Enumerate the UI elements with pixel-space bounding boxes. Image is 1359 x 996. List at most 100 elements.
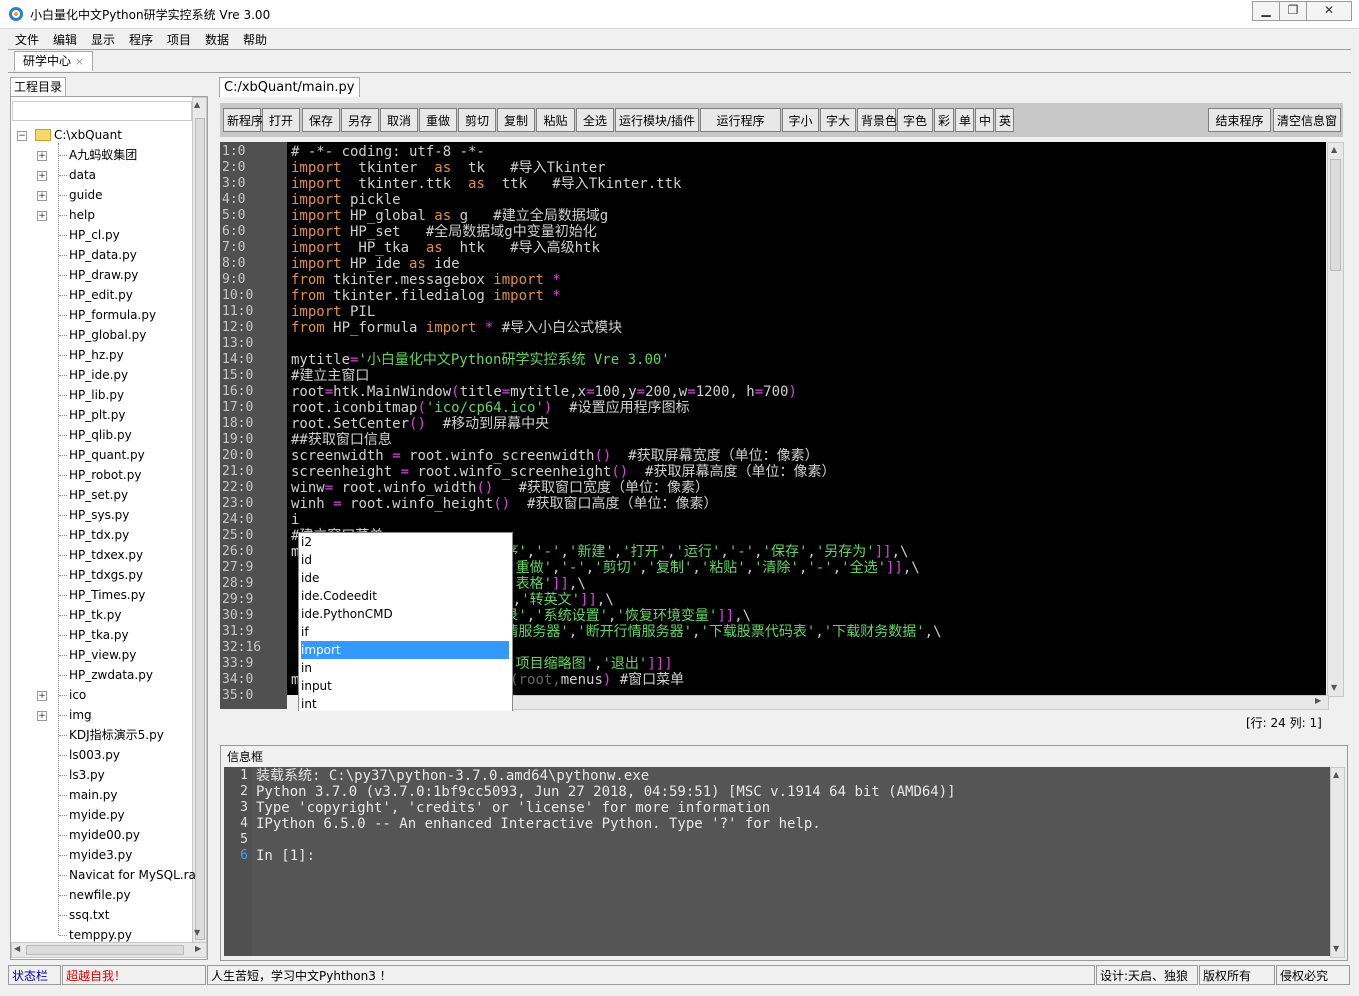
autocomplete-item-selected[interactable]: import — [301, 641, 509, 659]
tree-file[interactable]: ls3.py — [11, 765, 191, 785]
tree-file[interactable]: newfile.py — [11, 885, 191, 905]
editor-vscrollbar[interactable]: ▲ ▼ — [1327, 142, 1344, 697]
toolbar-button-2[interactable]: 保存 — [302, 108, 340, 132]
scroll-down-icon[interactable]: ▼ — [194, 928, 200, 937]
tree-file[interactable]: KDJ指标演示5.py — [11, 725, 191, 745]
collapse-icon[interactable]: − — [17, 131, 27, 141]
tree-file[interactable]: HP_robot.py — [11, 465, 191, 485]
tree-file[interactable]: HP_set.py — [11, 485, 191, 505]
tree-file[interactable]: HP_zwdata.py — [11, 665, 191, 685]
tree-file[interactable]: HP_tdx.py — [11, 525, 191, 545]
menu-project[interactable]: 项目 — [167, 31, 191, 48]
toolbar-button-14[interactable]: 背景色 — [857, 108, 897, 132]
toolbar-button-3[interactable]: 另存 — [341, 108, 379, 132]
expand-icon[interactable]: + — [37, 691, 47, 701]
tree-file[interactable]: temppy.py — [11, 925, 191, 945]
tab-main-py[interactable]: C:/xbQuant/main.py — [219, 77, 360, 97]
toolbar-button-0[interactable]: 新程序 — [223, 108, 263, 132]
tab-close-icon[interactable]: × — [75, 55, 84, 68]
menu-view[interactable]: 显示 — [91, 31, 115, 48]
tree-file[interactable]: HP_edit.py — [11, 285, 191, 305]
tree-file[interactable]: HP_qlib.py — [11, 425, 191, 445]
tree-vscrollbar[interactable]: ▲ ▼ — [192, 97, 207, 943]
scroll-right-icon[interactable]: ▶ — [195, 944, 201, 953]
toolbar-button-7[interactable]: 复制 — [497, 108, 535, 132]
toolbar-button-8[interactable]: 粘贴 — [536, 108, 575, 132]
tree-folder[interactable]: + A九蚂蚁集团 — [11, 145, 191, 165]
menu-data[interactable]: 数据 — [205, 31, 229, 48]
tree-file[interactable]: HP_cl.py — [11, 225, 191, 245]
expand-icon[interactable]: + — [37, 711, 47, 721]
tree-folder[interactable]: + ico — [11, 685, 191, 705]
editor-scroll-thumb[interactable] — [1330, 159, 1341, 271]
tree-file[interactable]: HP_draw.py — [11, 265, 191, 285]
tree-file[interactable]: myide00.py — [11, 825, 191, 845]
tree-file[interactable]: HP_plt.py — [11, 405, 191, 425]
toolbar-button-11[interactable]: 运行程序 — [700, 108, 781, 132]
tab-research-center[interactable]: 研学中心 × — [14, 51, 94, 71]
tree-file[interactable]: HP_data.py — [11, 245, 191, 265]
project-tree[interactable]: ▲ ▼ ◀ ▶ − C:\xbQuant + A九蚂蚁集团 + data + guide + he… — [10, 96, 208, 960]
menu-file[interactable]: 文件 — [15, 31, 39, 48]
expand-icon[interactable]: + — [37, 171, 47, 181]
tree-file[interactable]: HP_tka.py — [11, 625, 191, 645]
maximize-button[interactable]: ❐ — [1279, 1, 1307, 21]
editor-hscrollbar[interactable]: ▶ — [512, 695, 1329, 710]
scroll-down-icon[interactable]: ▼ — [1333, 944, 1339, 953]
tree-file[interactable]: HP_tdxgs.py — [11, 565, 191, 585]
tree-file[interactable]: ssq.txt — [11, 905, 191, 925]
autocomplete-item[interactable]: id — [301, 551, 509, 569]
expand-icon[interactable]: + — [37, 151, 47, 161]
autocomplete-item[interactable]: input — [301, 677, 509, 695]
expand-icon[interactable]: + — [37, 191, 47, 201]
tree-file[interactable]: HP_formula.py — [11, 305, 191, 325]
tree-file[interactable]: HP_lib.py — [11, 385, 191, 405]
tree-file[interactable]: Navicat for MySQL.ra — [11, 865, 196, 885]
autocomplete-item[interactable]: i2 — [301, 533, 509, 551]
close-button[interactable]: ✕ — [1306, 1, 1352, 21]
tab-project[interactable]: 工程目录 — [10, 77, 67, 98]
tree-file[interactable]: HP_view.py — [11, 645, 191, 665]
clear-info-button[interactable]: 清空信息窗 — [1273, 108, 1341, 132]
tree-file[interactable]: HP_Times.py — [11, 585, 191, 605]
autocomplete-item[interactable]: if — [301, 623, 509, 641]
toolbar-button-13[interactable]: 字大 — [820, 108, 856, 132]
stop-program-button[interactable]: 结束程序 — [1208, 108, 1271, 132]
info-vscrollbar[interactable]: ▲ ▼ — [1330, 767, 1345, 958]
tree-file[interactable]: myide.py — [11, 805, 191, 825]
toolbar-button-4[interactable]: 取消 — [380, 108, 418, 132]
toolbar-button-6[interactable]: 剪切 — [458, 108, 496, 132]
toolbar-button-18[interactable]: 中 — [975, 108, 994, 132]
autocomplete-item[interactable]: in — [301, 659, 509, 677]
tree-file[interactable]: HP_global.py — [11, 325, 191, 345]
tree-file[interactable]: HP_hz.py — [11, 345, 191, 365]
scroll-up-icon[interactable]: ▲ — [194, 100, 200, 109]
scroll-up-icon[interactable]: ▲ — [1333, 770, 1339, 779]
scroll-right-icon[interactable]: ▶ — [1315, 696, 1321, 705]
menu-program[interactable]: 程序 — [129, 31, 153, 48]
autocomplete-popup[interactable]: i2 id ide ide.Codeedit ide.PythonCMD if import… — [298, 532, 513, 714]
tree-scroll-thumb[interactable] — [195, 118, 205, 940]
toolbar-button-15[interactable]: 字色 — [897, 108, 933, 132]
menu-help[interactable]: 帮助 — [243, 31, 267, 48]
toolbar-button-1[interactable]: 打开 — [262, 108, 300, 132]
tree-folder[interactable]: + help — [11, 205, 191, 225]
toolbar-button-17[interactable]: 单 — [955, 108, 974, 132]
toolbar-button-12[interactable]: 字小 — [782, 108, 819, 132]
toolbar-button-9[interactable]: 全选 — [576, 108, 614, 132]
scroll-up-icon[interactable]: ▲ — [1331, 145, 1337, 154]
autocomplete-item[interactable]: ide.Codeedit — [301, 587, 509, 605]
tree-file[interactable]: HP_sys.py — [11, 505, 191, 525]
tree-path-field[interactable] — [12, 101, 192, 121]
scroll-left-icon[interactable]: ◀ — [14, 944, 20, 953]
tree-folder[interactable]: + data — [11, 165, 191, 185]
toolbar-button-5[interactable]: 重做 — [419, 108, 457, 132]
tree-file[interactable]: ls003.py — [11, 745, 191, 765]
scroll-down-icon[interactable]: ▼ — [1331, 683, 1337, 692]
autocomplete-item[interactable]: ide — [301, 569, 509, 587]
tree-folder[interactable]: + guide — [11, 185, 191, 205]
tree-file[interactable]: myide3.py — [11, 845, 191, 865]
tree-hscroll-thumb[interactable] — [26, 945, 184, 955]
tree-file[interactable]: HP_ide.py — [11, 365, 191, 385]
autocomplete-item[interactable]: ide.PythonCMD — [301, 605, 509, 623]
